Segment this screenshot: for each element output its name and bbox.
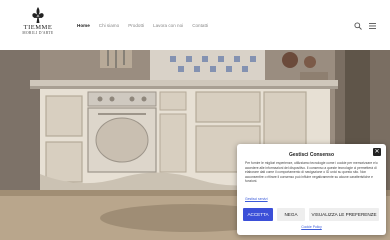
- view-preferences-button[interactable]: VISUALIZZA LE PREFERENZE: [309, 208, 379, 221]
- manage-services-link[interactable]: Gestisci servizi: [245, 197, 268, 201]
- accept-button[interactable]: ACCETTA: [243, 208, 273, 221]
- cookie-title: Gestisci Consenso: [288, 152, 334, 158]
- main-nav: Home Chi siamo Prodotti Lavora con noi C…: [77, 23, 208, 28]
- fleur-de-lis-icon: [32, 7, 44, 23]
- logo-name: TIEMME: [23, 24, 53, 31]
- logo-subtitle: MOBILI D'ARTE: [22, 31, 54, 35]
- nav-item-lavora-con-noi[interactable]: Lavora con noi: [153, 23, 183, 28]
- cookie-consent-dialog: Gestisci Consenso ✕ Per fornire le migli…: [237, 144, 386, 235]
- nav-item-chi-siamo[interactable]: Chi siamo: [99, 23, 119, 28]
- nav-item-contatti[interactable]: Contatti: [192, 23, 208, 28]
- site-logo[interactable]: TIEMME MOBILI D'ARTE: [14, 7, 62, 45]
- nav-item-prodotti[interactable]: Prodotti: [128, 23, 144, 28]
- site-header: TIEMME MOBILI D'ARTE Home Chi siamo Prod…: [0, 0, 390, 50]
- search-icon[interactable]: [354, 22, 362, 30]
- deny-button[interactable]: NEGA: [277, 208, 305, 221]
- close-icon[interactable]: ✕: [373, 148, 381, 156]
- nav-item-home[interactable]: Home: [77, 23, 90, 28]
- cookie-policy-link[interactable]: Cookie Policy: [237, 225, 386, 229]
- menu-icon[interactable]: [369, 23, 376, 29]
- cookie-description: Per fornire le migliori esperienze, util…: [245, 161, 378, 184]
